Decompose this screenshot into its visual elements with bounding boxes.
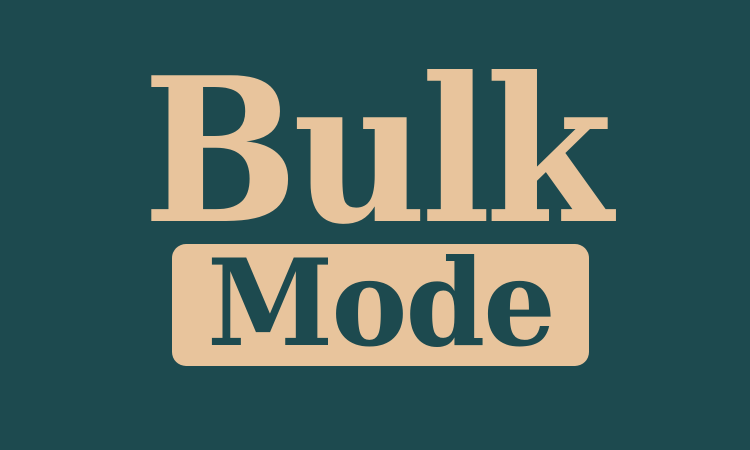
logo-word-mode: Mode [207, 244, 556, 366]
logo-word-bulk: Bulk [142, 34, 613, 269]
logo-badge: Mode [172, 244, 589, 366]
logo: Bulk Mode [0, 0, 750, 450]
